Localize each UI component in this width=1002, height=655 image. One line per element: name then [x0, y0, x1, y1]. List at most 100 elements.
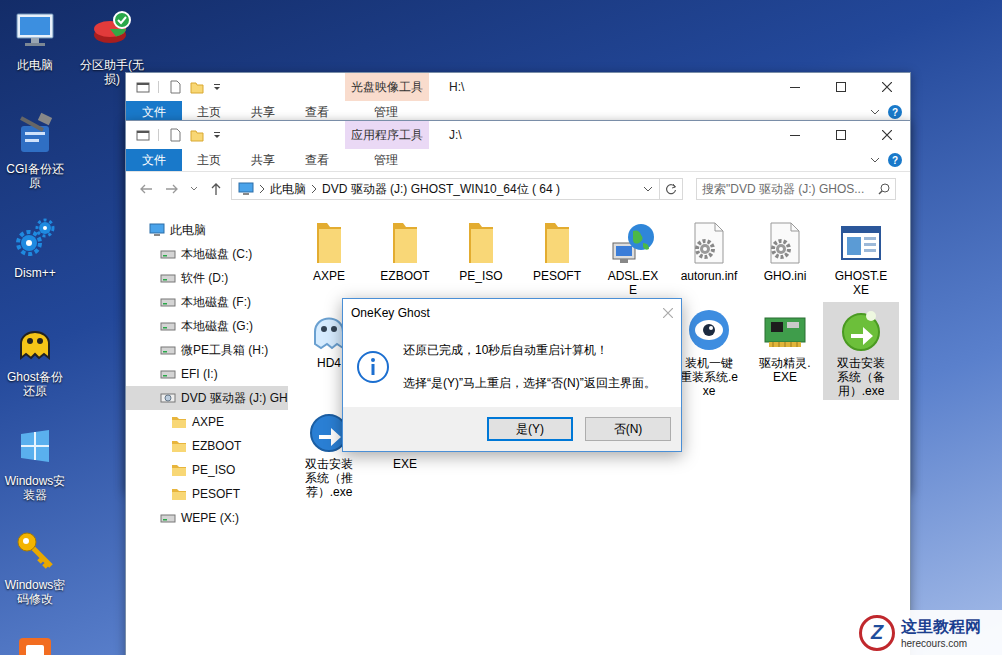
desktop-icon-label: Dism++ [14, 266, 55, 280]
file-item[interactable]: autorun.inf [671, 215, 747, 299]
pc-icon [13, 8, 57, 52]
file-item[interactable]: GHOST.EXE [823, 215, 899, 299]
nav-item[interactable]: EZBOOT [126, 434, 288, 458]
file-item[interactable]: 装机一键重装系统.exe [671, 302, 747, 400]
nav-item[interactable]: PESOFT [126, 482, 288, 506]
dialog-button[interactable]: 否(N) [585, 417, 671, 441]
address-row: 此电脑 DVD 驱动器 (J:) GHOST_WIN10_64位 ( 64 ) 搜索… [126, 172, 910, 206]
drive-icon [160, 246, 176, 262]
nav-item[interactable]: EFI (I:) [126, 362, 288, 386]
drive-icon [160, 366, 176, 382]
up-button[interactable] [206, 179, 226, 199]
file-item[interactable]: PESOFT [519, 215, 595, 299]
chevron-down-icon [870, 107, 880, 117]
history-dropdown[interactable] [637, 179, 659, 199]
desktop-icon-column: 此电脑CGI备份还原 Dism++ Ghost备份还原Windows安装器Windo… [0, 4, 70, 655]
close-button[interactable] [864, 73, 910, 101]
orange-icon [13, 632, 57, 655]
file-label: GHO.ini [756, 269, 814, 283]
ribbon-tab[interactable]: 主页 [182, 149, 236, 171]
breadcrumb[interactable]: DVD 驱动器 (J:) GHOST_WIN10_64位 ( 64 ) [322, 181, 560, 198]
dialog-title-bar: OneKey Ghost [343, 299, 681, 327]
help-button[interactable]: ? [888, 153, 902, 167]
minimize-icon [790, 130, 800, 140]
partition-icon [90, 8, 134, 52]
key-icon [13, 528, 57, 572]
nav-item[interactable]: 微PE工具箱 (H:) [126, 338, 288, 362]
file-label: EZBOOT [376, 269, 434, 283]
close-icon [882, 82, 892, 92]
nav-item[interactable]: 本地磁盘 (C:) [126, 242, 288, 266]
nav-item[interactable]: PE_ISO [126, 458, 288, 482]
folder-icon [171, 438, 187, 454]
close-button[interactable] [864, 121, 910, 149]
nav-item[interactable]: 此电脑 [126, 218, 288, 242]
file-label: autorun.inf [680, 269, 738, 283]
file-label: ADSL.EXE [604, 269, 662, 297]
dvd-icon [160, 390, 176, 406]
watermark-logo: Z [859, 615, 895, 651]
chevron-down-icon [643, 184, 653, 194]
forward-button[interactable] [162, 179, 182, 199]
file-label: PESOFT [528, 269, 586, 283]
desktop-icon[interactable]: Ghost备份还原 [0, 316, 70, 420]
watermark: Z这里教程网herecours.com [855, 610, 1002, 655]
ribbon-tab[interactable]: 管理 [344, 149, 428, 171]
folder-icon [171, 462, 187, 478]
file-label: AXPE [300, 269, 358, 283]
chevron-right-icon [259, 184, 265, 194]
breadcrumb[interactable]: 此电脑 [270, 181, 306, 198]
minimize-button[interactable] [772, 121, 818, 149]
minimize-button[interactable] [772, 73, 818, 101]
maximize-button[interactable] [818, 73, 864, 101]
maximize-icon [836, 130, 846, 140]
desktop-icon[interactable]: Windows安装器 [0, 420, 70, 524]
nav-item[interactable]: 本地磁盘 (F:) [126, 290, 288, 314]
arrow-left-icon [139, 183, 153, 195]
dialog-button[interactable]: 是(Y) [487, 417, 573, 441]
message-dialog: OneKey Ghost还原已完成，10秒后自动重启计算机！选择“是(Y)”马上… [342, 298, 682, 452]
recent-button[interactable] [188, 179, 200, 199]
back-button[interactable] [136, 179, 156, 199]
nav-item[interactable]: WEPE (X:) [126, 506, 288, 530]
ribbon-tab[interactable]: 共享 [236, 149, 290, 171]
folder-icon [457, 219, 505, 267]
nav-item[interactable]: 本地磁盘 (G:) [126, 314, 288, 338]
search-box[interactable]: 搜索"DVD 驱动器 (J:) GHOS... [696, 178, 896, 200]
address-bar[interactable]: 此电脑 DVD 驱动器 (J:) GHOST_WIN10_64位 ( 64 ) [231, 178, 683, 200]
file-item[interactable]: ADSL.EXE [595, 215, 671, 299]
maximize-button[interactable] [818, 121, 864, 149]
desktop-icon[interactable]: Dism++ [0, 212, 70, 316]
refresh-button[interactable] [659, 179, 682, 199]
window-title: H:\ [449, 73, 772, 101]
config-icon [685, 219, 733, 267]
file-item[interactable]: PE_ISO [443, 215, 519, 299]
desktop-icon[interactable]: 此电脑 [0, 4, 70, 108]
ghost-icon [13, 320, 57, 364]
desktop-icon[interactable]: Windows密码修改 [0, 524, 70, 628]
file-label: PE_ISO [452, 269, 510, 283]
context-tab-group: 光盘映像工具 [345, 73, 429, 101]
quick-access-toolbar [126, 73, 345, 101]
file-item[interactable]: AXPE [291, 215, 367, 299]
nav-item[interactable]: 软件 (D:) [126, 266, 288, 290]
nav-item[interactable]: DVD 驱动器 (J:) GH [126, 386, 288, 410]
folder-icon [171, 486, 187, 502]
file-item[interactable]: 双击安装系统（备用）.exe [823, 302, 899, 400]
ribbon-tab[interactable]: 查看 [290, 149, 344, 171]
desktop-icon[interactable]: CGI备份还原 [0, 108, 70, 212]
eye-icon [685, 306, 733, 354]
file-item[interactable]: GHO.ini [747, 215, 823, 299]
drive-icon [160, 342, 176, 358]
title-bar: 光盘映像工具 H:\ [126, 73, 910, 101]
desktop-icon[interactable] [0, 628, 70, 655]
help-button[interactable]: ? [888, 105, 902, 119]
ribbon-tab[interactable]: 文件 [126, 149, 182, 171]
file-label: GHOST.EXE [832, 269, 890, 297]
document-icon [168, 80, 182, 94]
drive-icon [160, 294, 176, 310]
file-item[interactable]: EZBOOT [367, 215, 443, 299]
file-item[interactable]: 驱动精灵.EXE [747, 302, 823, 386]
nav-item[interactable]: AXPE [126, 410, 288, 434]
title-bar: 应用程序工具J:\ [126, 121, 910, 149]
